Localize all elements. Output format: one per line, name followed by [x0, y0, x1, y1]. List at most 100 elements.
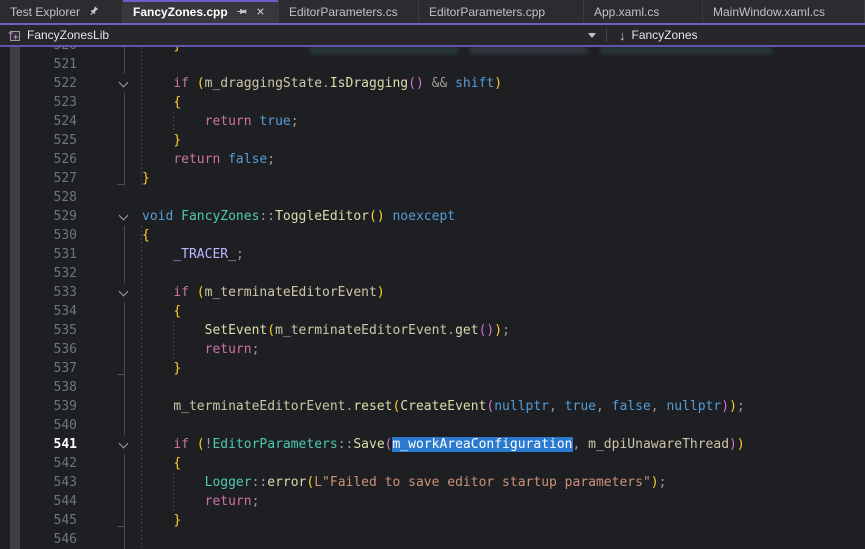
code-line-533[interactable]: 533 if (m_terminateEditorEvent)	[0, 283, 865, 302]
redacted-code-blur	[470, 47, 588, 54]
code-line-527[interactable]: 527}	[0, 169, 865, 188]
code-text: m_terminateEditorEvent.reset(CreateEvent…	[142, 397, 865, 416]
code-token: if	[173, 76, 189, 91]
fold-margin	[77, 264, 142, 283]
code-token: return	[173, 152, 220, 167]
code-token: &&	[432, 76, 448, 91]
close-icon[interactable]	[255, 6, 266, 17]
tab-label: App.xaml.cs	[594, 5, 659, 19]
code-token: ;	[737, 399, 745, 414]
project-dropdown[interactable]: + + FancyZonesLib	[0, 28, 602, 42]
vs-editor-window: Test ExplorerFancyZones.cpp EditorParamet…	[0, 0, 865, 549]
code-line-540[interactable]: 540	[0, 416, 865, 435]
code-line-541[interactable]: 541 if (!EditorParameters::Save(m_workAr…	[0, 435, 865, 454]
fold-margin	[77, 74, 142, 93]
code-line-529[interactable]: 529void FancyZones::ToggleEditor() noexc…	[0, 207, 865, 226]
fold-margin	[77, 416, 142, 435]
code-line-521[interactable]: 521	[0, 55, 865, 74]
tab-editorparameters-cpp[interactable]: EditorParameters.cpp	[419, 0, 584, 23]
fold-margin	[77, 112, 142, 131]
pin-icon[interactable]	[236, 6, 247, 17]
code-line-536[interactable]: 536 return;	[0, 340, 865, 359]
code-token: )	[737, 437, 745, 452]
code-line-543[interactable]: 543 Logger::error(L"Failed to save edito…	[0, 473, 865, 492]
code-line-534[interactable]: 534 {	[0, 302, 865, 321]
code-token: {	[173, 95, 181, 110]
code-token: }	[142, 171, 150, 186]
code-line-538[interactable]: 538	[0, 378, 865, 397]
code-token: )	[721, 399, 729, 414]
line-number: 531	[0, 245, 77, 264]
code-text: _TRACER_;	[142, 245, 865, 264]
fold-margin	[77, 492, 142, 511]
code-token: ;	[252, 342, 260, 357]
fold-chevron-icon[interactable]	[119, 78, 129, 88]
tab-label: EditorParameters.cs	[289, 5, 398, 19]
code-token: L"Failed to save editor startup paramete…	[314, 475, 651, 490]
fold-chevron-icon[interactable]	[119, 439, 129, 449]
fold-margin	[77, 150, 142, 169]
line-number: 527	[0, 169, 77, 188]
code-line-544[interactable]: 544 return;	[0, 492, 865, 511]
code-line-537[interactable]: 537 }	[0, 359, 865, 378]
code-text: return true;	[142, 112, 865, 131]
code-line-542[interactable]: 542 {	[0, 454, 865, 473]
code-line-526[interactable]: 526 return false;	[0, 150, 865, 169]
fold-chevron-icon[interactable]	[119, 211, 129, 221]
code-line-530[interactable]: 530{	[0, 226, 865, 245]
code-token: FancyZones	[181, 209, 259, 224]
code-token: {	[142, 228, 150, 243]
code-line-535[interactable]: 535 SetEvent(m_terminateEditorEvent.get(…	[0, 321, 865, 340]
code-token: return	[205, 114, 252, 129]
code-line-522[interactable]: 522 if (m_draggingState.IsDragging() && …	[0, 74, 865, 93]
code-line-525[interactable]: 525 }	[0, 131, 865, 150]
fold-margin	[77, 55, 142, 74]
fold-margin	[77, 302, 142, 321]
line-number: 541	[0, 435, 77, 454]
fold-margin	[77, 473, 142, 492]
line-number: 532	[0, 264, 77, 283]
code-line-524[interactable]: 524 return true;	[0, 112, 865, 131]
code-line-545[interactable]: 545 }	[0, 511, 865, 530]
code-line-539[interactable]: 539 m_terminateEditorEvent.reset(CreateE…	[0, 397, 865, 416]
tab-editorparameters-cs[interactable]: EditorParameters.cs	[279, 0, 419, 23]
code-token	[189, 285, 197, 300]
symbol-dropdown[interactable]: ↓ FancyZones	[611, 28, 865, 43]
code-line-532[interactable]: 532	[0, 264, 865, 283]
tab-label: MainWindow.xaml.cs	[713, 5, 825, 19]
chevron-down-icon[interactable]	[588, 33, 596, 38]
tab-mainwindow-xaml-cs[interactable]: MainWindow.xaml.cs	[703, 0, 865, 23]
code-token: ,	[549, 399, 557, 414]
code-line-546[interactable]: 546	[0, 530, 865, 549]
code-token: if	[173, 285, 189, 300]
tab-app-xaml-cs[interactable]: App.xaml.cs	[584, 0, 703, 23]
code-line-528[interactable]: 528	[0, 188, 865, 207]
code-token: Save	[353, 437, 384, 452]
code-text: }	[142, 131, 865, 150]
tab-test-explorer[interactable]: Test Explorer	[0, 0, 123, 23]
down-arrow-icon: ↓	[619, 28, 626, 43]
tab-fancyzones-cpp[interactable]: FancyZones.cpp	[123, 0, 279, 23]
code-token: m_terminateEditorEvent	[275, 323, 447, 338]
line-number: 529	[0, 207, 77, 226]
fold-margin	[77, 131, 142, 150]
code-token: if	[173, 437, 189, 452]
code-line-531[interactable]: 531 _TRACER_;	[0, 245, 865, 264]
code-token: ::	[259, 209, 275, 224]
pin-icon[interactable]	[88, 6, 99, 17]
line-number: 535	[0, 321, 77, 340]
code-token: (	[267, 323, 275, 338]
code-line-523[interactable]: 523 {	[0, 93, 865, 112]
fold-margin	[77, 511, 142, 530]
code-token: IsDragging	[330, 76, 408, 91]
code-line-520[interactable]: 520 }	[0, 47, 865, 55]
line-number: 523	[0, 93, 77, 112]
redacted-code-blur	[600, 47, 772, 54]
code-text: return;	[142, 340, 865, 359]
line-number: 536	[0, 340, 77, 359]
code-token: ()	[479, 323, 495, 338]
fold-margin	[77, 321, 142, 340]
code-token: false	[228, 152, 267, 167]
fold-chevron-icon[interactable]	[119, 287, 129, 297]
code-editor[interactable]: 520 }521522 if (m_draggingState.IsDraggi…	[0, 47, 865, 549]
